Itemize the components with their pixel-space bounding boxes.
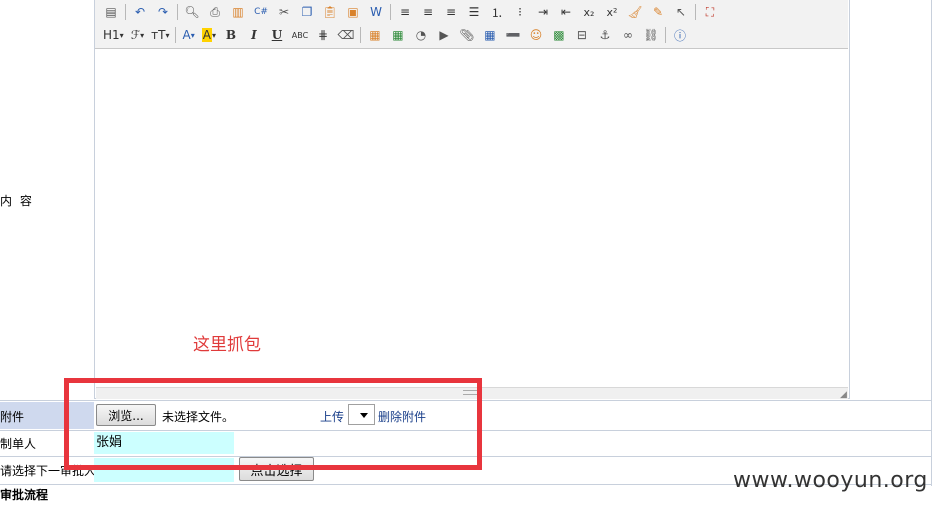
underline-label: U	[271, 28, 283, 42]
bold-button[interactable]: B	[221, 25, 241, 45]
undo-icon[interactable]: ↶	[130, 2, 150, 22]
highlight-box	[64, 378, 482, 470]
underline-button[interactable]: U	[267, 25, 287, 45]
paste-word-icon[interactable]: W	[366, 2, 386, 22]
toolbar-row-2: H1 ▾ ℱ ▾ тT ▾ A ▾ A ▾ B I U ABC ⋕ ⌫ ▦ ▦ ◔ ▶ 📎…	[101, 24, 693, 46]
highlight-dropdown[interactable]: A ▾	[200, 25, 218, 45]
copy-icon[interactable]: ❐	[297, 2, 317, 22]
toolbar-row-1: ▤ ↶ ↷ 🔍︎ ⎙ ▥ C# ✂ ❐ 📋︎ ▣ W ≡ ≡ ≡ ☰ ⒈ ⁝ ⇥…	[101, 1, 723, 23]
align-center-icon[interactable]: ≡	[418, 2, 438, 22]
select-all-icon[interactable]: ✎	[648, 2, 668, 22]
template-icon[interactable]: ▥	[228, 2, 248, 22]
flash-icon[interactable]: ◔	[411, 25, 431, 45]
justify-icon[interactable]: ☰	[464, 2, 484, 22]
size-label: тT	[151, 28, 166, 42]
strike-label: ABC	[291, 30, 309, 40]
toolbar-separator	[177, 4, 178, 20]
content-label: 内 容	[0, 194, 34, 208]
unlink-icon[interactable]: ⛓	[641, 25, 661, 45]
anchor-icon[interactable]: ⚓	[595, 25, 615, 45]
image-icon[interactable]: ▦	[365, 25, 385, 45]
annotation-text: 这里抓包	[193, 335, 261, 355]
align-right-icon[interactable]: ≡	[441, 2, 461, 22]
align-left-icon[interactable]: ≡	[395, 2, 415, 22]
approval-flow-label: 审批流程	[0, 488, 49, 502]
heading-label: H1	[103, 28, 120, 42]
map-icon[interactable]: ▩	[549, 25, 569, 45]
superscript-icon[interactable]: x²	[602, 2, 622, 22]
editor-toolbar: ▤ ↶ ↷ 🔍︎ ⎙ ▥ C# ✂ ❐ 📋︎ ▣ W ≡ ≡ ≡ ☰ ⒈ ⁝ ⇥…	[95, 0, 848, 49]
hr-icon[interactable]: ➖	[503, 25, 523, 45]
font-color-dropdown[interactable]: A ▾	[180, 25, 196, 45]
image-upload-icon[interactable]: ▦	[388, 25, 408, 45]
attachment-label: 附件	[0, 410, 25, 424]
font-size-dropdown[interactable]: тT ▾	[149, 25, 171, 45]
watermark: www.wooyun.org	[733, 468, 928, 493]
italic-button[interactable]: I	[244, 25, 264, 45]
fullscreen-icon[interactable]: ⛶	[700, 2, 720, 22]
table-icon[interactable]: ▦	[480, 25, 500, 45]
cut-icon[interactable]: ✂	[274, 2, 294, 22]
toolbar-separator	[695, 4, 696, 20]
toolbar-separator	[125, 4, 126, 20]
media-icon[interactable]: ▶	[434, 25, 454, 45]
code-icon[interactable]: C#	[251, 2, 271, 22]
ordered-list-icon[interactable]: ⒈	[487, 2, 507, 22]
source-icon[interactable]: ▤	[101, 2, 121, 22]
italic-label: I	[251, 28, 257, 42]
preview-icon[interactable]: 🔍︎	[182, 2, 202, 22]
strikethrough-button[interactable]: ABC	[290, 25, 310, 45]
highlight-label: A	[201, 28, 212, 42]
pagebreak-icon[interactable]: ⊟	[572, 25, 592, 45]
subscript-icon[interactable]: x₂	[579, 2, 599, 22]
help-icon[interactable]: ⓘ	[670, 25, 690, 45]
print-icon[interactable]: ⎙	[205, 2, 225, 22]
eraser-icon[interactable]: ⌫	[336, 25, 356, 45]
table-right-border	[931, 0, 932, 486]
attachment-icon[interactable]: 📎︎	[457, 25, 477, 45]
heading-dropdown[interactable]: H1 ▾	[101, 25, 126, 45]
creator-label: 制单人	[0, 437, 37, 451]
font-label: ℱ	[130, 28, 141, 42]
toolbar-separator	[175, 27, 177, 43]
bold-label: B	[225, 28, 237, 42]
outdent-icon[interactable]: ⇤	[556, 2, 576, 22]
font-family-dropdown[interactable]: ℱ ▾	[129, 25, 146, 45]
paste-text-icon[interactable]: ▣	[343, 2, 363, 22]
indent-icon[interactable]: ⇥	[533, 2, 553, 22]
clear-format-icon[interactable]: 🧹︎	[625, 2, 645, 22]
toolbar-separator	[390, 4, 391, 20]
link-icon[interactable]: ∞	[618, 25, 638, 45]
unordered-list-icon[interactable]: ⁝	[510, 2, 530, 22]
redo-icon[interactable]: ↷	[153, 2, 173, 22]
pointer-icon[interactable]: ↖	[671, 2, 691, 22]
table-border-icon[interactable]: ⋕	[313, 25, 333, 45]
toolbar-separator	[664, 27, 666, 43]
emoticon-icon[interactable]: ☺	[526, 25, 546, 45]
paste-icon[interactable]: 📋︎	[320, 2, 340, 22]
resize-handle-icon[interactable]: ◢	[840, 390, 847, 400]
toolbar-separator	[359, 27, 361, 43]
font-color-label: A	[182, 28, 191, 42]
